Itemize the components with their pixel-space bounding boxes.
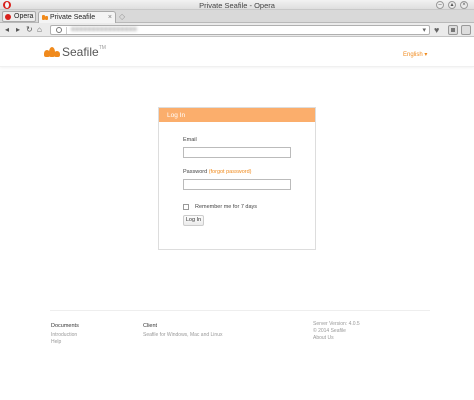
password-field[interactable]: [183, 179, 291, 190]
trademark-mark: TM: [98, 45, 106, 51]
tab-private-seafile[interactable]: Private Seafile ×: [38, 11, 116, 23]
seafile-logo-icon: [44, 47, 60, 57]
home-icon[interactable]: ⌂: [37, 25, 42, 34]
back-icon[interactable]: ◂: [5, 25, 9, 34]
opera-logo-icon: [5, 14, 11, 20]
reload-icon[interactable]: ↻: [26, 25, 33, 34]
new-tab-icon[interactable]: ◇: [119, 13, 125, 21]
brand-name: SeafileTM: [62, 45, 106, 59]
address-separator: [66, 27, 67, 34]
footer-client-heading: Client: [143, 323, 158, 329]
footer-link-client-download[interactable]: Seafile for Windows, Mac and Linux: [143, 332, 222, 339]
opera-menu-label: Opera: [14, 13, 34, 20]
email-label: Email: [183, 137, 197, 143]
footer-link-introduction[interactable]: Introduction: [51, 332, 79, 339]
footer-documents-heading: Documents: [51, 323, 79, 329]
forgot-password-link[interactable]: (forgot password): [209, 169, 252, 175]
stash-heart-icon[interactable]: ♥: [434, 25, 439, 35]
page-content: SeafileTM English ▾ Log In Email Passwor…: [0, 37, 474, 400]
window-title: Private Seafile - Opera: [199, 1, 275, 10]
remember-checkbox[interactable]: [183, 204, 189, 210]
window-titlebar: Private Seafile - Opera ‒ ▴ ×: [0, 0, 474, 10]
tab-strip: Opera Private Seafile × ◇: [0, 10, 474, 23]
opera-menu-button[interactable]: Opera: [2, 11, 36, 22]
password-label: Password (forgot password): [183, 169, 252, 175]
address-dropdown-icon[interactable]: ▾: [422, 26, 426, 34]
copyright: © 2014 Seafile: [313, 328, 346, 334]
footer-link-help[interactable]: Help: [51, 339, 79, 346]
site-info-icon[interactable]: [56, 27, 62, 33]
sidebar-toggle-icon[interactable]: [461, 25, 471, 35]
login-heading: Log In: [159, 108, 315, 122]
minimize-icon[interactable]: ‒: [436, 1, 444, 9]
downloads-icon[interactable]: [448, 25, 458, 35]
site-header: SeafileTM English ▾: [0, 37, 474, 67]
login-panel: Log In Email Password (forgot password) …: [158, 107, 316, 250]
remember-label: Remember me for 7 days: [195, 204, 258, 210]
address-url[interactable]: ■■■■■■■■■■■■■■■■: [71, 27, 137, 33]
address-bar[interactable]: ■■■■■■■■■■■■■■■■ ▾: [50, 25, 430, 35]
address-toolbar: ◂ ▸ ↻ ⌂ ■■■■■■■■■■■■■■■■ ▾ ♥: [0, 23, 474, 37]
login-button[interactable]: Log In: [183, 215, 204, 226]
close-tab-icon[interactable]: ×: [108, 14, 112, 21]
email-field[interactable]: [183, 147, 291, 158]
seafile-favicon-icon: [42, 15, 48, 20]
footer-documents: Documents Introduction Help: [51, 323, 79, 346]
footer-link-about-us[interactable]: About Us: [313, 335, 360, 342]
language-selector[interactable]: English ▾: [403, 51, 427, 58]
forward-icon[interactable]: ▸: [16, 25, 20, 34]
close-window-icon[interactable]: ×: [460, 1, 468, 9]
footer-server: Server Version: 4.0.5 © 2014 Seafile Abo…: [313, 321, 360, 342]
server-version: Server Version: 4.0.5: [313, 321, 360, 327]
maximize-icon[interactable]: ▴: [448, 1, 456, 9]
footer-client: Client Seafile for Windows, Mac and Linu…: [143, 323, 222, 339]
site-footer: Documents Introduction Help Client Seafi…: [50, 310, 430, 345]
tab-label: Private Seafile: [50, 14, 96, 21]
